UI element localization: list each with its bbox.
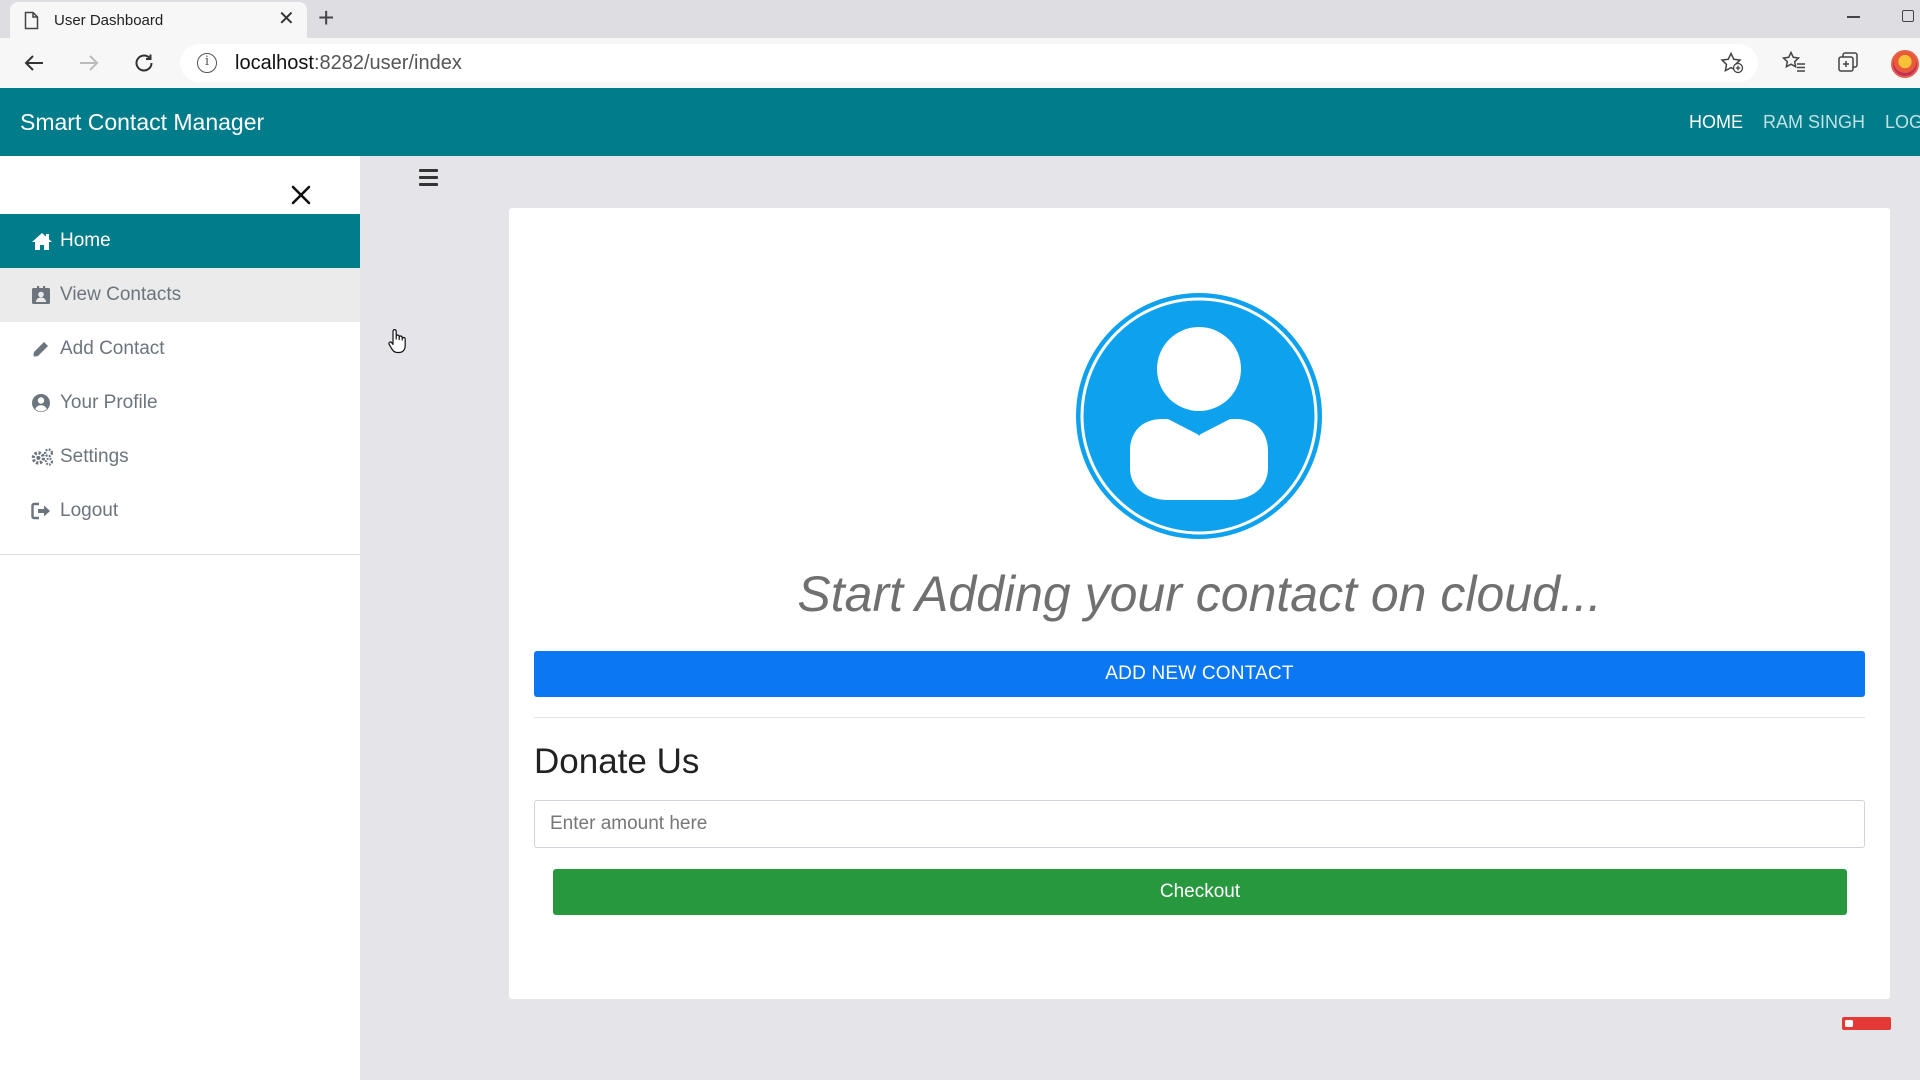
sidebar-item-settings[interactable]: Settings xyxy=(0,430,360,484)
new-tab-icon[interactable]: + xyxy=(318,4,334,32)
sidebar-item-label: Settings xyxy=(60,446,129,467)
sidebar-item-logout[interactable]: Logout xyxy=(0,484,360,538)
tagline: Start Adding your contact on cloud... xyxy=(797,566,1602,622)
back-arrow-icon[interactable] xyxy=(19,48,49,78)
tab-close-icon[interactable]: ✕ xyxy=(278,9,295,29)
cogs-icon xyxy=(31,447,55,467)
sign-out-icon xyxy=(31,501,55,521)
browser-tab[interactable]: User Dashboard ✕ xyxy=(10,2,307,38)
dashboard-card: Start Adding your contact on cloud... AD… xyxy=(509,208,1890,999)
browser-tab-strip: User Dashboard ✕ + xyxy=(0,0,1920,38)
checkout-button[interactable]: Checkout xyxy=(553,869,1847,915)
page-icon xyxy=(24,11,39,30)
user-avatar-icon xyxy=(1076,293,1322,539)
sidebar: Home View Contacts Add Contact Your Prof… xyxy=(0,156,360,1080)
sidebar-close-icon[interactable] xyxy=(290,184,312,206)
tab-title: User Dashboard xyxy=(54,12,164,29)
donate-heading: Donate Us xyxy=(534,742,700,781)
nav-logout-link[interactable]: LOGOUT xyxy=(1885,112,1920,133)
subscribe-badge xyxy=(1842,1017,1891,1030)
sidebar-item-your-profile[interactable]: Your Profile xyxy=(0,376,360,430)
app-navbar: Smart Contact Manager HOME RAM SINGH LOG… xyxy=(0,88,1920,156)
window-minimize-icon[interactable] xyxy=(1847,16,1860,18)
address-book-icon xyxy=(31,285,55,305)
menu-toggle-icon[interactable] xyxy=(419,169,438,186)
url-text: localhost:8282/user/index xyxy=(235,52,462,74)
browser-toolbar: i localhost:8282/user/index xyxy=(0,38,1920,88)
sidebar-item-view-contacts[interactable]: View Contacts xyxy=(0,268,360,322)
nav-username-link[interactable]: RAM SINGH xyxy=(1763,112,1865,133)
amount-input[interactable] xyxy=(534,800,1865,848)
sidebar-item-home[interactable]: Home xyxy=(0,214,360,268)
site-info-icon[interactable]: i xyxy=(197,53,217,73)
hand-cursor-icon xyxy=(388,329,406,354)
address-bar[interactable]: i localhost:8282/user/index xyxy=(180,44,1758,82)
favorites-icon[interactable] xyxy=(1782,51,1806,73)
sidebar-item-label: Add Contact xyxy=(60,338,165,359)
sidebar-menu: Home View Contacts Add Contact Your Prof… xyxy=(0,214,360,555)
home-icon xyxy=(31,231,55,251)
sidebar-item-label: Logout xyxy=(60,500,119,521)
brand-title[interactable]: Smart Contact Manager xyxy=(20,109,264,136)
nav-home-link[interactable]: HOME xyxy=(1689,112,1743,133)
add-new-contact-button[interactable]: ADD NEW CONTACT xyxy=(534,651,1865,697)
sidebar-item-label: View Contacts xyxy=(60,284,182,305)
sidebar-item-label: Home xyxy=(60,230,111,251)
forward-arrow-icon[interactable] xyxy=(74,48,104,78)
navbar-links: HOME RAM SINGH LOGOUT xyxy=(1689,112,1920,133)
browser-profile-avatar[interactable] xyxy=(1891,50,1919,78)
add-favorite-icon[interactable] xyxy=(1720,52,1744,74)
divider xyxy=(534,717,1865,718)
sidebar-item-label: Your Profile xyxy=(60,392,158,413)
pencil-icon xyxy=(31,339,55,359)
window-restore-icon[interactable] xyxy=(1902,10,1914,22)
reload-icon[interactable] xyxy=(129,48,159,78)
sidebar-item-add-contact[interactable]: Add Contact xyxy=(0,322,360,376)
user-circle-icon xyxy=(31,393,55,413)
collections-icon[interactable] xyxy=(1837,51,1859,73)
